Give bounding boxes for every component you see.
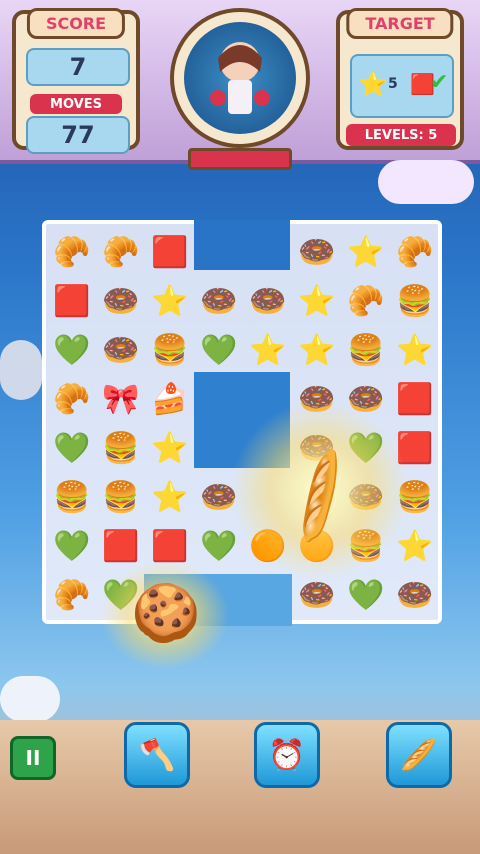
star-target-icon: ⭐ [358, 70, 388, 98]
candy-cell[interactable]: 🍩 [293, 228, 341, 276]
cloud-decoration [378, 160, 474, 204]
cloud-decoration [0, 676, 60, 722]
candy-cell[interactable]: 🎀 [97, 375, 145, 423]
candy-cell[interactable]: ⭐ [391, 326, 439, 374]
clock-icon: ⏰ [268, 737, 306, 773]
shovel-icon: 🪓 [138, 737, 176, 773]
character-avatar [184, 22, 296, 134]
pause-button[interactable]: II [10, 736, 56, 780]
score-title: SCORE [26, 8, 126, 39]
check-icon: ✔ [430, 70, 449, 95]
candy-cell[interactable]: 💚 [342, 571, 390, 619]
candy-cell[interactable]: 🟥 [146, 228, 194, 276]
moves-label: MOVES [30, 94, 122, 114]
candy-cell[interactable]: 🍩 [97, 326, 145, 374]
candy-cell[interactable]: 🍩 [391, 571, 439, 619]
candy-cell[interactable]: 🍩 [195, 277, 243, 325]
candy-cell[interactable]: ⭐ [342, 228, 390, 276]
portrait-stand [188, 148, 292, 170]
candy-cell[interactable]: 🍔 [342, 326, 390, 374]
gingerbread-icon[interactable]: 🍪 [126, 568, 206, 658]
levels-label: LEVELS: 5 [346, 124, 456, 146]
candy-cell[interactable]: ⭐ [293, 326, 341, 374]
candy-cell[interactable]: 🍔 [391, 277, 439, 325]
hammer-icon: 🥖 [400, 737, 438, 773]
candy-cell[interactable]: ⭐ [244, 326, 292, 374]
hammer-tool-button[interactable]: 🥖 [386, 722, 452, 788]
candy-cell[interactable]: 🥐 [48, 375, 96, 423]
candy-cell[interactable]: 🍩 [97, 277, 145, 325]
candy-cell[interactable]: 🟥 [391, 375, 439, 423]
star-target-count: 5 [388, 76, 398, 92]
candy-cell[interactable]: ⭐ [146, 424, 194, 472]
candy-cell[interactable]: 💚 [195, 522, 243, 570]
character-figure-icon [210, 42, 270, 114]
candy-cell[interactable]: 🍔 [48, 473, 96, 521]
candy-cell[interactable]: 🟥 [48, 277, 96, 325]
cloud-decoration [0, 340, 42, 400]
candy-cell[interactable]: 🥐 [97, 228, 145, 276]
candy-cell[interactable]: 🥐 [342, 277, 390, 325]
candy-cell[interactable]: ⭐ [293, 277, 341, 325]
score-value: 7 [26, 48, 130, 86]
candy-cell[interactable]: 💚 [48, 326, 96, 374]
target-goals: ⭐ 5 🟥 ✔ [350, 54, 454, 118]
board-notch [194, 220, 290, 270]
candy-cell[interactable]: 🍩 [244, 277, 292, 325]
target-title: TARGET [346, 8, 454, 39]
moves-value: 77 [26, 116, 130, 154]
candy-cell[interactable]: 🍔 [97, 473, 145, 521]
candy-cell[interactable]: 🍰 [146, 375, 194, 423]
candy-cell[interactable]: 🍔 [146, 326, 194, 374]
candy-cell[interactable]: 💚 [195, 326, 243, 374]
character-portrait [170, 8, 310, 148]
candy-cell[interactable]: 🥐 [48, 571, 96, 619]
score-panel: SCORE 7 MOVES 77 [12, 8, 140, 154]
candy-cell[interactable]: ⭐ [146, 277, 194, 325]
candy-cell[interactable]: ⭐ [146, 473, 194, 521]
candy-cell[interactable]: 🟥 [97, 522, 145, 570]
candy-cell[interactable]: 🥐 [391, 228, 439, 276]
candy-cell[interactable]: 💚 [48, 522, 96, 570]
target-panel: TARGET ⭐ 5 🟥 ✔ LEVELS: 5 [336, 8, 464, 150]
candy-cell[interactable]: 💚 [48, 424, 96, 472]
candy-cell[interactable]: 🍔 [97, 424, 145, 472]
shovel-tool-button[interactable]: 🪓 [124, 722, 190, 788]
clock-tool-button[interactable]: ⏰ [254, 722, 320, 788]
candy-cell[interactable]: 🥐 [48, 228, 96, 276]
